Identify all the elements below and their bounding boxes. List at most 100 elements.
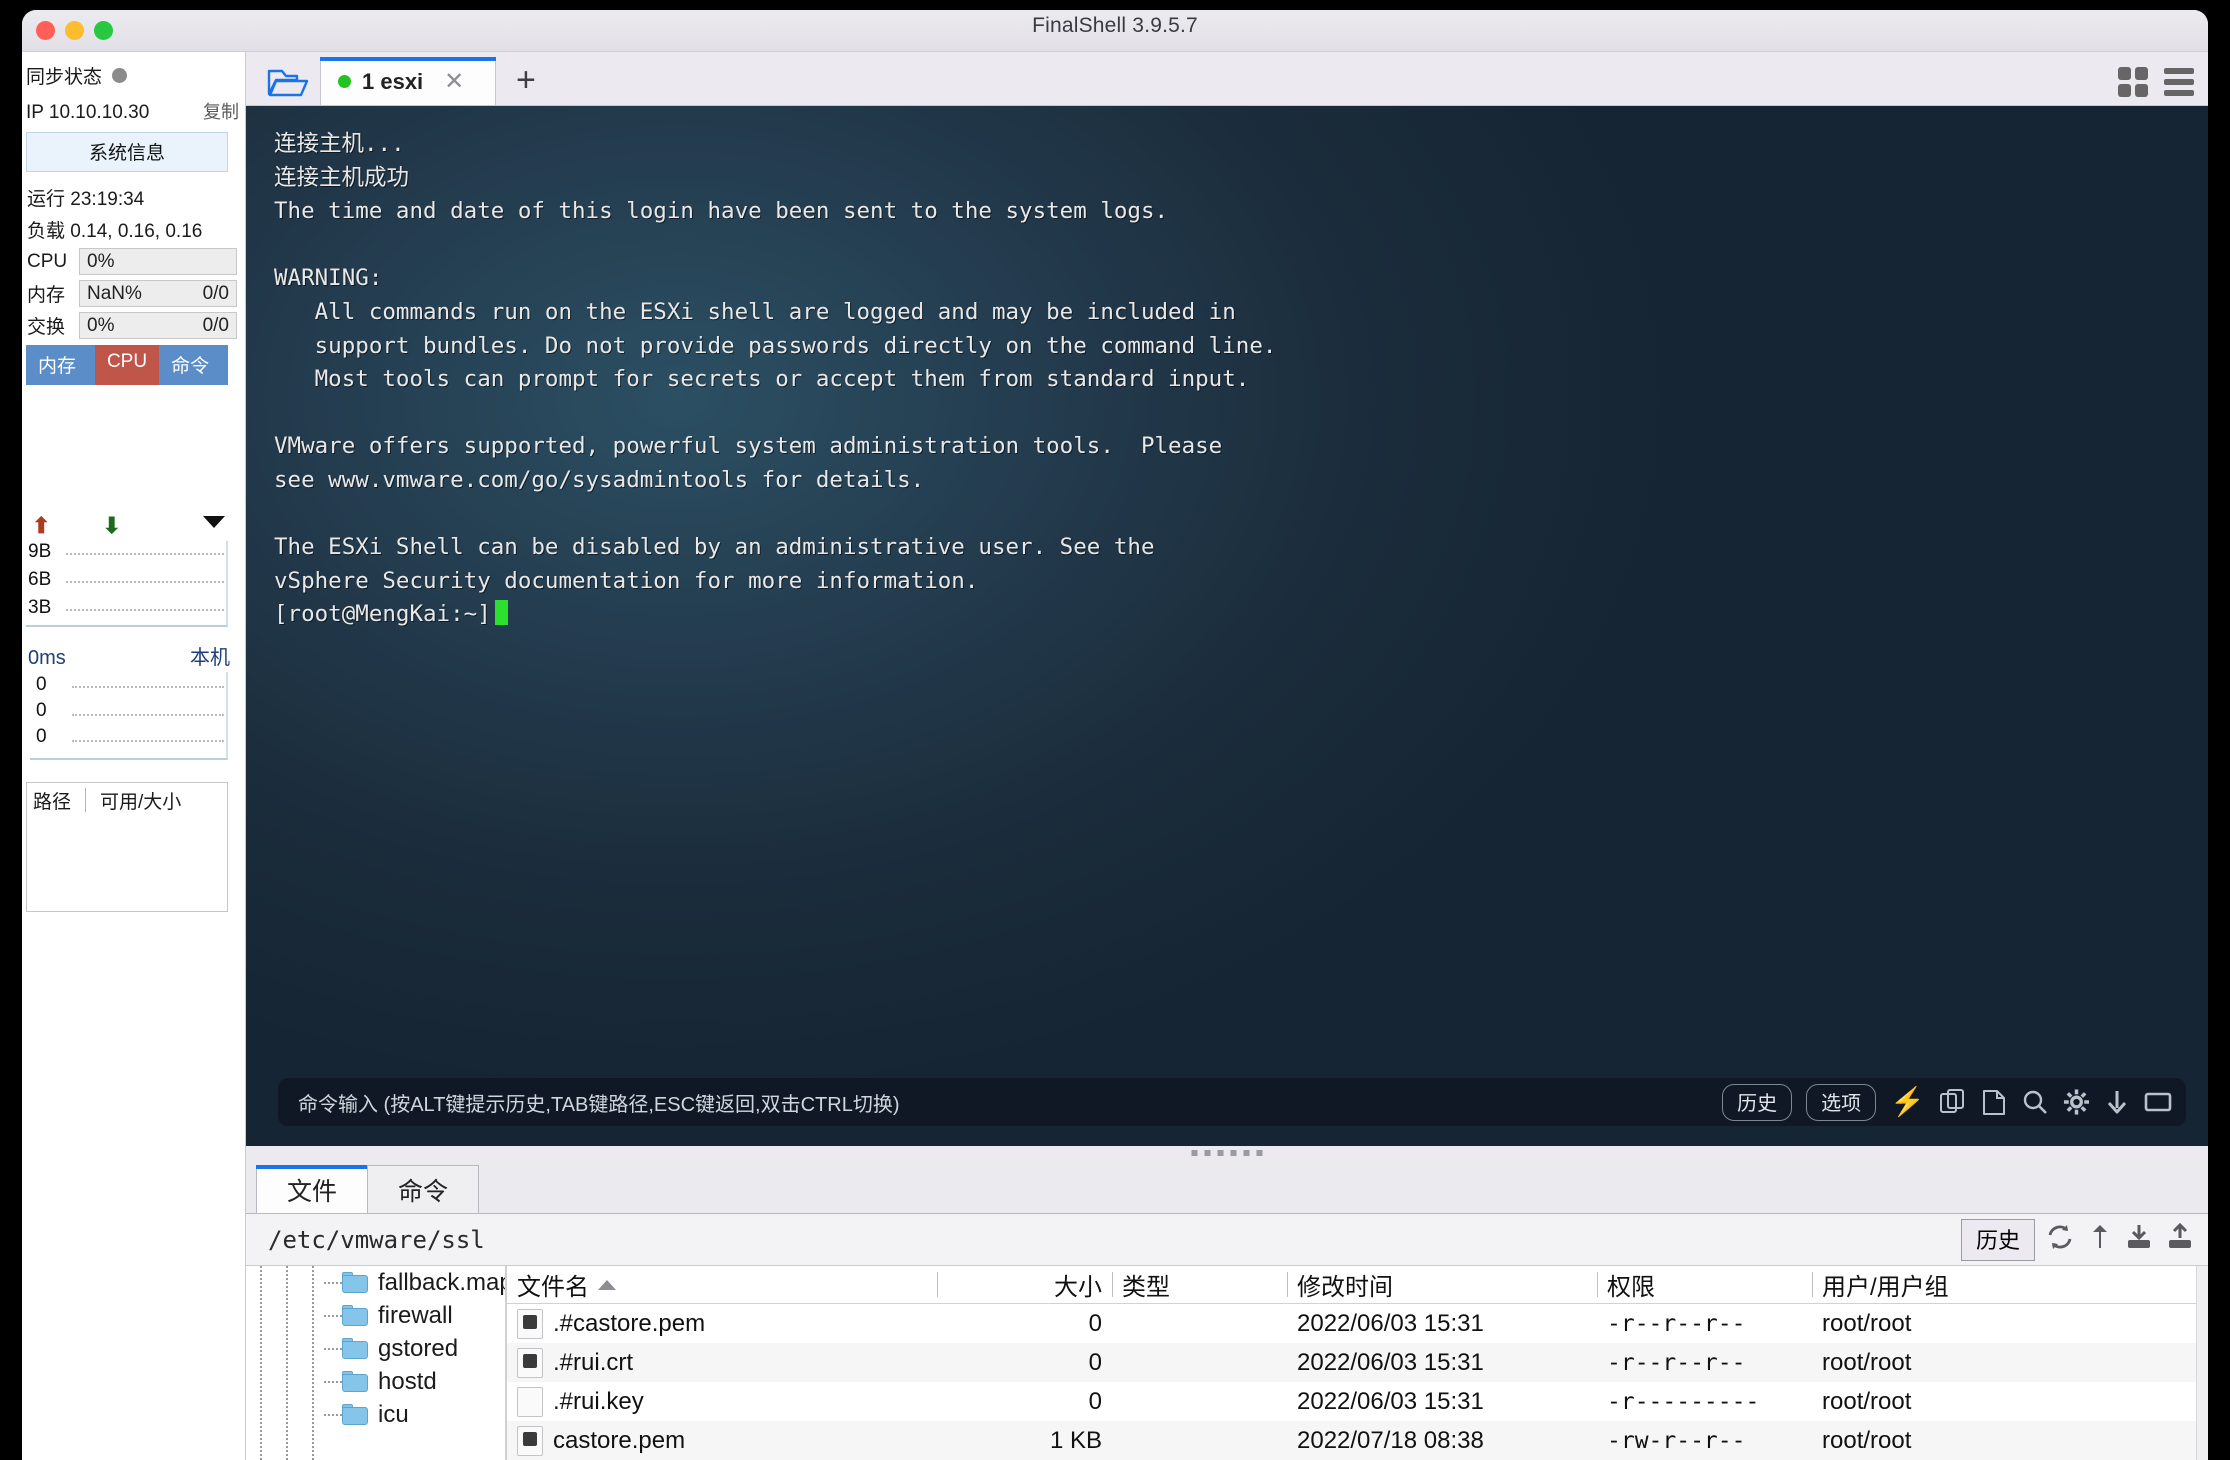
list-view-icon[interactable]: [2164, 68, 2194, 96]
terminal-text: 连接主机... 连接主机成功 The time and date of this…: [274, 131, 1277, 594]
cell-filename: .#rui.crt: [507, 1347, 937, 1378]
main-pane: 1 esxi ✕ + 连接主机... 连接主机成功 The time and d…: [246, 52, 2208, 1460]
tab-files[interactable]: 文件: [256, 1165, 368, 1213]
tabbar-right-tools: [2118, 67, 2194, 97]
tree-item[interactable]: icu: [246, 1398, 505, 1431]
cpu-meter-row: CPU 0%: [27, 248, 241, 275]
session-tab-bar: 1 esxi ✕ +: [246, 52, 2208, 106]
upload-icon[interactable]: [2166, 1222, 2194, 1256]
disk-usage-header: 路径 可用/大小: [27, 783, 227, 817]
sort-ascending-icon: [598, 1279, 616, 1290]
terminal-output[interactable]: 连接主机... 连接主机成功 The time and date of this…: [246, 106, 2208, 1146]
shell-prompt: [root@MengKai:~]: [274, 601, 491, 628]
command-options-button[interactable]: 选项: [1806, 1083, 1877, 1121]
sidebar-tab-memory[interactable]: 内存: [26, 345, 95, 385]
lat-y-label-3: 0: [36, 726, 47, 747]
tree-item[interactable]: fallback.map: [246, 1266, 505, 1299]
tree-item[interactable]: gstored: [246, 1332, 505, 1365]
download-icon[interactable]: [2105, 1088, 2129, 1116]
cell-permissions: -rw-r--r--: [1607, 1427, 1746, 1454]
copy-icon[interactable]: [1940, 1088, 1966, 1116]
sidebar-tab-cpu[interactable]: CPU: [94, 345, 160, 385]
cell-size: 0: [1088, 1309, 1102, 1337]
open-folder-icon[interactable]: [256, 59, 320, 105]
column-header-type[interactable]: 类型: [1112, 1267, 1287, 1302]
latency-target-label[interactable]: 本机: [190, 641, 230, 670]
network-menu-chevron-down-icon[interactable]: [203, 516, 225, 528]
cert-file-icon: [517, 1425, 543, 1456]
command-input-bar[interactable]: 命令输入 (按ALT键提示历史,TAB键路径,ESC键返回,双击CTRL切换) …: [278, 1078, 2186, 1126]
folder-icon: [342, 1338, 368, 1359]
paste-icon[interactable]: [1981, 1088, 2007, 1116]
tree-item[interactable]: hostd: [246, 1365, 505, 1398]
file-history-button[interactable]: 历史: [1960, 1218, 2035, 1261]
column-header-size[interactable]: 大小: [937, 1267, 1112, 1302]
cell-mtime: 2022/06/03 15:31: [1297, 1348, 1484, 1376]
table-row[interactable]: .#rui.key 0 2022/06/03 15:31 -r--------- roo…: [507, 1382, 2196, 1421]
cell-permissions: -r--r--r--: [1607, 1310, 1746, 1337]
table-row[interactable]: castore.pem 1 KB 2022/07/18 08:38 -rw-r--r-…: [507, 1421, 2196, 1460]
terminal-cursor: [494, 600, 508, 626]
memory-meter-value: NaN%: [87, 282, 142, 304]
cell-owner: root/root: [1822, 1309, 1912, 1337]
sync-status-label: 同步状态: [26, 67, 103, 88]
new-session-tab-plus-icon[interactable]: +: [516, 63, 536, 105]
file-list-scrollbar[interactable]: [2196, 1266, 2208, 1460]
column-header-mtime[interactable]: 修改时间: [1287, 1267, 1597, 1302]
swap-meter-row: 交换 0% 0/0: [27, 312, 241, 339]
cell-filename: castore.pem: [507, 1425, 937, 1456]
tab-commands[interactable]: 命令: [367, 1165, 479, 1213]
sync-status-row: 同步状态: [24, 62, 241, 89]
column-header-filename[interactable]: 文件名: [507, 1267, 937, 1302]
sidebar-metric-tabs: 内存 CPU 命令: [26, 345, 228, 385]
sidebar-tab-command[interactable]: 命令: [159, 345, 228, 385]
tree-item[interactable]: firewall: [246, 1299, 505, 1332]
cert-file-icon: [517, 1308, 543, 1339]
cpu-meter-value: 0%: [87, 250, 115, 272]
terminal-prompt-line: [root@MengKai:~]: [274, 598, 2208, 632]
window-icon[interactable]: [2144, 1088, 2172, 1116]
latency-value: 0ms: [28, 647, 66, 669]
metric-graph-area: [24, 385, 241, 513]
system-info-button[interactable]: 系统信息: [26, 132, 228, 172]
tree-item-label: gstored: [378, 1334, 459, 1362]
cell-permissions: -r---------: [1607, 1388, 1760, 1415]
grid-view-icon[interactable]: [2118, 67, 2148, 97]
load-average-label: 负载 0.14, 0.16, 0.16: [27, 221, 203, 242]
gear-icon[interactable]: [2063, 1088, 2090, 1116]
title-bar: FinalShell 3.9.5.7: [22, 10, 2208, 52]
cell-permissions: -r--r--r--: [1607, 1349, 1746, 1376]
refresh-icon[interactable]: [2045, 1223, 2075, 1256]
memory-meter-label: 内存: [27, 285, 66, 306]
directory-tree[interactable]: fallback.map firewall gstored hostd icu: [246, 1266, 506, 1460]
column-header-permissions[interactable]: 权限: [1597, 1267, 1812, 1302]
lat-y-label-2: 0: [36, 700, 47, 721]
tree-item-label: fallback.map: [378, 1268, 506, 1296]
table-row[interactable]: .#castore.pem 0 2022/06/03 15:31 -r--r--r--…: [507, 1304, 2196, 1343]
copy-ip-button[interactable]: 复制: [203, 98, 239, 124]
folder-icon: [342, 1272, 368, 1293]
command-history-button[interactable]: 历史: [1722, 1083, 1793, 1121]
cell-owner: root/root: [1822, 1387, 1912, 1415]
column-header-owner[interactable]: 用户/用户组: [1812, 1267, 2196, 1302]
disk-col-available: 可用/大小: [100, 791, 182, 813]
close-tab-icon[interactable]: ✕: [444, 67, 464, 96]
folder-icon: [342, 1305, 368, 1326]
download-icon[interactable]: [2125, 1223, 2153, 1256]
horizontal-splitter[interactable]: [246, 1146, 2208, 1160]
session-tab-label: 1 esxi: [362, 68, 424, 94]
command-input-placeholder[interactable]: 命令输入 (按ALT键提示历史,TAB键路径,ESC键返回,双击CTRL切换): [298, 1088, 1708, 1117]
path-input[interactable]: [260, 1225, 1951, 1254]
net-y-label-2: 6B: [28, 569, 52, 590]
folder-icon: [342, 1404, 368, 1425]
up-folder-icon[interactable]: [2088, 1223, 2112, 1256]
cell-mtime: 2022/06/03 15:31: [1297, 1309, 1484, 1337]
session-tab-1-esxi[interactable]: 1 esxi ✕: [320, 57, 496, 105]
search-icon[interactable]: [2022, 1088, 2048, 1116]
bolt-icon[interactable]: ⚡: [1890, 1088, 1925, 1116]
file-rows-container: .#castore.pem 0 2022/06/03 15:31 -r--r--r--…: [507, 1304, 2196, 1460]
disk-col-path: 路径: [33, 791, 72, 813]
splitter-grip[interactable]: [1191, 1150, 1263, 1156]
file-manager-tabs: 文件 命令: [246, 1160, 2208, 1214]
table-row[interactable]: .#rui.crt 0 2022/06/03 15:31 -r--r--r-- root…: [507, 1343, 2196, 1382]
